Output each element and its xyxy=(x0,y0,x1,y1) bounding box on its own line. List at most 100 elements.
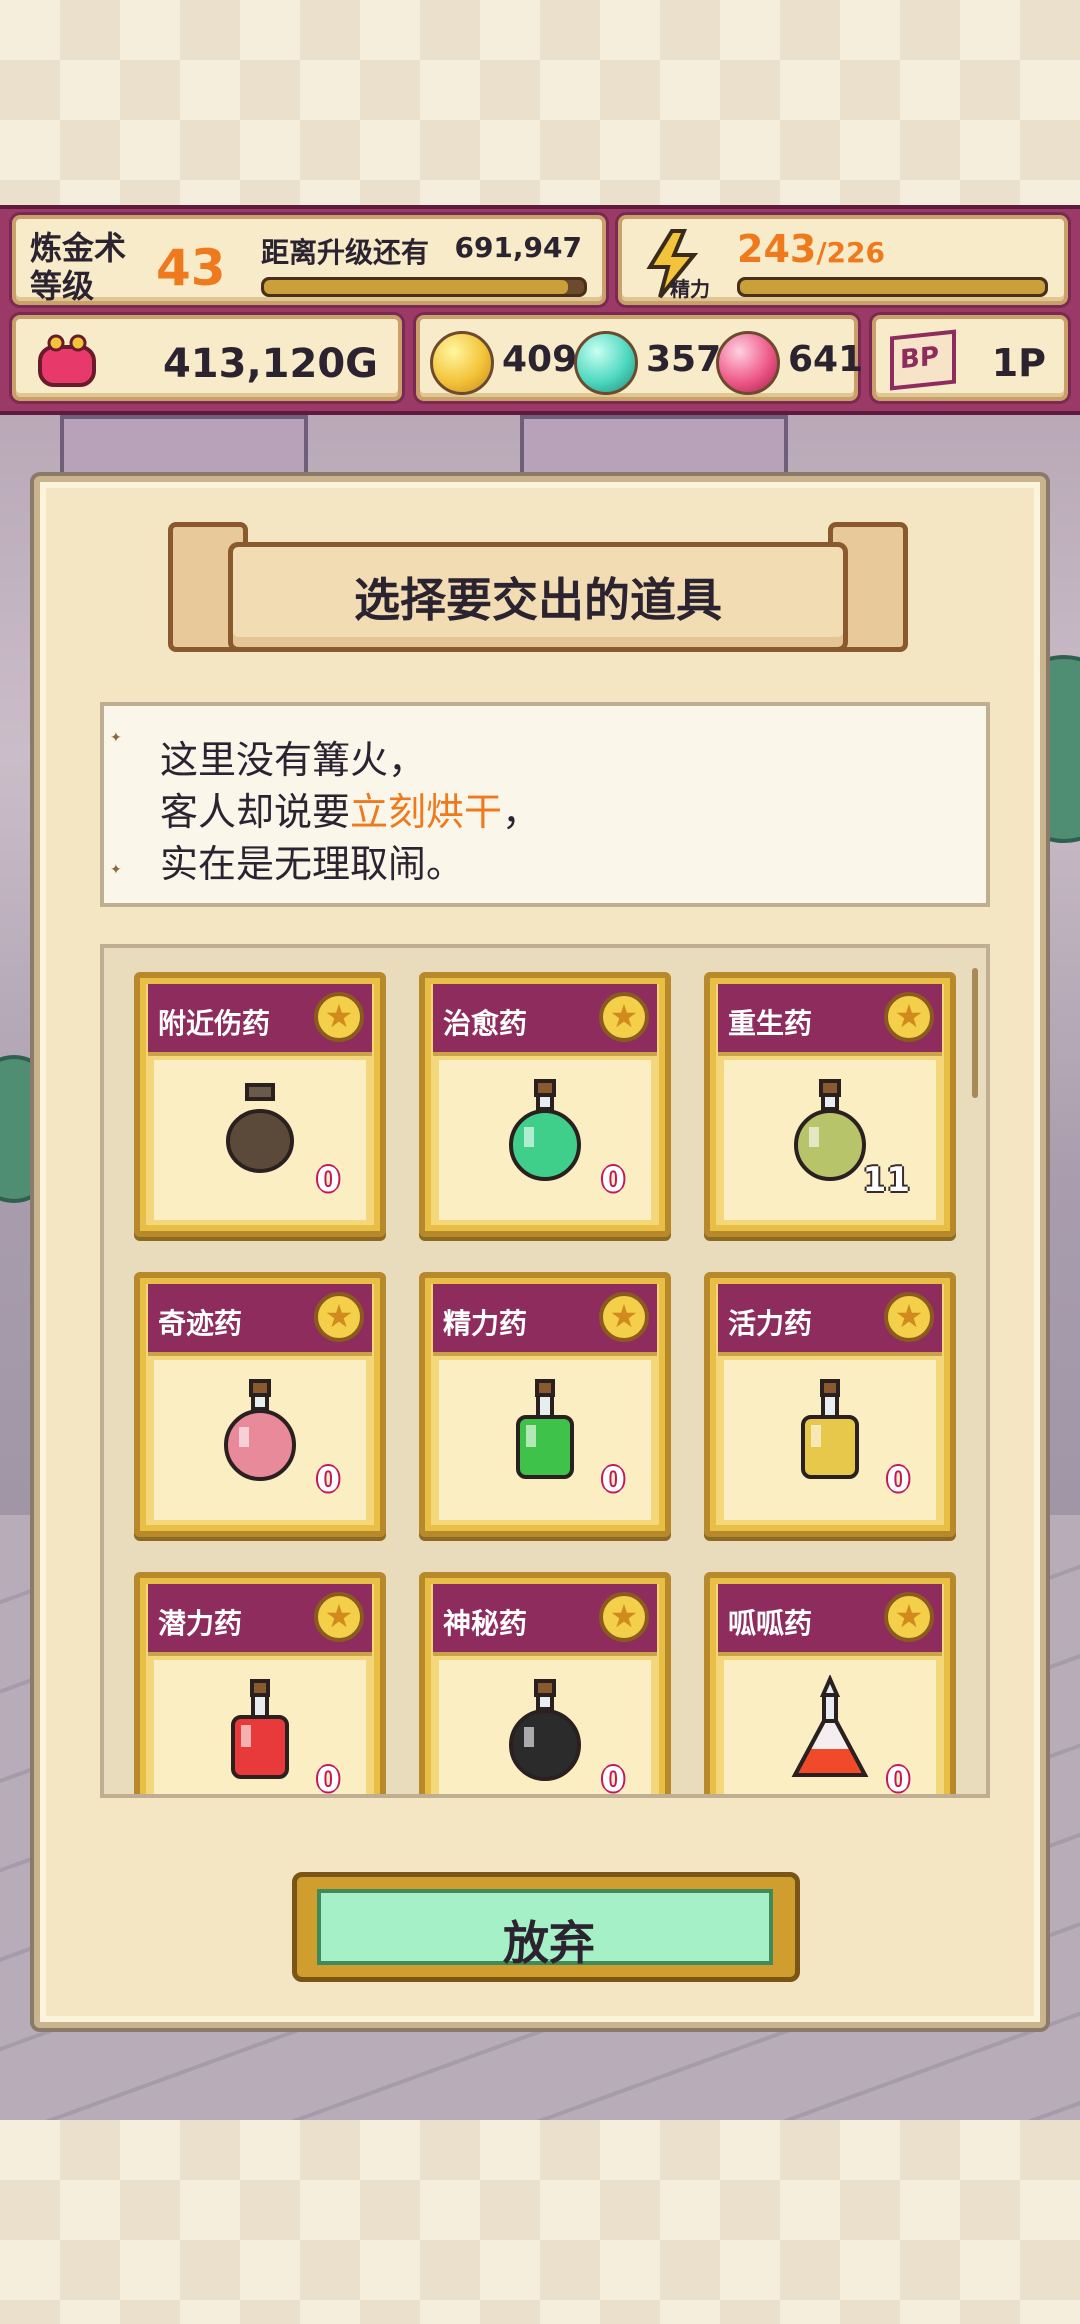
scrollbar[interactable] xyxy=(972,968,978,1098)
star-icon[interactable]: ★ xyxy=(599,1292,649,1342)
item-quantity: 0 xyxy=(601,1460,625,1500)
level-panel: 炼金术 等级 43 距离升级还有 691,947 xyxy=(12,215,606,305)
item-card-header: 精力药 ★ xyxy=(433,1284,657,1356)
item-card-header: 治愈药 ★ xyxy=(433,984,657,1056)
item-name: 活力药 xyxy=(728,1307,813,1340)
item-card[interactable]: 神秘药 ★ 0 xyxy=(419,1572,671,1794)
gold-amount: 413,120G xyxy=(162,341,378,387)
bp-value: 1P xyxy=(991,341,1046,385)
give-up-button-face: 放弃 xyxy=(317,1889,773,1970)
energy-value: 243/226 xyxy=(737,227,885,271)
star-icon[interactable]: ★ xyxy=(884,1592,934,1642)
energy-current: 243 xyxy=(737,227,817,271)
item-quantity: 0 xyxy=(601,1160,625,1200)
message-line-2-text: 客人却说要 xyxy=(160,790,351,834)
energy-panel: 精力 243/226 xyxy=(618,215,1068,305)
message-highlight: 立刻烘干 xyxy=(350,790,503,834)
item-card-body: 0 xyxy=(154,1360,366,1520)
message-box: ✦ ✦ 这里没有篝火， 客人却说要立刻烘干， 实在是无理取闹。 xyxy=(100,702,990,907)
yellow-orb-count: 409 xyxy=(502,339,578,380)
item-quantity: 11 xyxy=(862,1160,910,1200)
item-card-header: 神秘药 ★ xyxy=(433,1584,657,1656)
pink-orb-icon xyxy=(716,331,780,395)
item-quantity: 0 xyxy=(886,1460,910,1500)
item-quantity: 0 xyxy=(886,1760,910,1798)
item-quantity: 0 xyxy=(316,1160,340,1200)
item-name: 附近伤药 xyxy=(158,1007,271,1040)
purse-icon xyxy=(38,334,96,387)
item-name: 呱呱药 xyxy=(728,1607,813,1640)
item-name: 重生药 xyxy=(728,1007,813,1040)
energy-progress-fill xyxy=(740,280,1045,294)
item-card[interactable]: 精力药 ★ 0 xyxy=(419,1272,671,1537)
dialog-title: 选择要交出的道具 xyxy=(354,573,722,627)
star-icon[interactable]: ★ xyxy=(599,992,649,1042)
background-pattern-bottom xyxy=(0,2120,1080,2324)
star-icon[interactable]: ★ xyxy=(314,992,364,1042)
xp-remaining-value: 691,947 xyxy=(454,231,582,264)
item-card-body: 0 xyxy=(154,1660,366,1798)
item-card[interactable]: 治愈药 ★ 0 xyxy=(419,972,671,1237)
hand-in-dialog: 选择要交出的道具 ✦ ✦ 这里没有篝火， 客人却说要立刻烘干， 实在是无理取闹。… xyxy=(34,476,1046,2028)
item-card-body: 0 xyxy=(724,1360,936,1520)
xp-progress-fill xyxy=(264,280,568,294)
pin-icon: ✦ xyxy=(110,862,122,878)
item-card-header: 活力药 ★ xyxy=(718,1284,942,1356)
message-line-1: 这里没有篝火， xyxy=(160,738,427,782)
alchemy-level-label: 炼金术 等级 xyxy=(30,229,127,305)
energy-label: 精力 xyxy=(670,277,710,301)
bp-panel[interactable]: BP 1P xyxy=(872,315,1068,401)
item-card-body: 11 xyxy=(724,1060,936,1220)
item-grid[interactable]: 附近伤药 ★ 0 治愈药 ★ 0 重生药 ★ 11 奇迹药 ★ 0 精力药 ★ 0 活力药 ★ 0 潜力药 ★ 0 神秘药… xyxy=(100,944,990,1798)
star-icon[interactable]: ★ xyxy=(314,1292,364,1342)
alchemy-level-value: 43 xyxy=(156,239,226,297)
pin-icon: ✦ xyxy=(110,730,122,746)
item-name: 精力药 xyxy=(443,1307,528,1340)
title-ribbon: 选择要交出的道具 xyxy=(168,522,908,662)
star-icon[interactable]: ★ xyxy=(884,1292,934,1342)
item-card[interactable]: 奇迹药 ★ 0 xyxy=(134,1272,386,1537)
item-card[interactable]: 活力药 ★ 0 xyxy=(704,1272,956,1537)
xp-remaining-label: 距离升级还有 xyxy=(261,236,430,269)
give-up-button[interactable]: 放弃 xyxy=(292,1872,800,1982)
status-bar: 炼金术 等级 43 距离升级还有 691,947 精力 243/226 413,… xyxy=(0,205,1080,415)
message-line-3: 实在是无理取闹。 xyxy=(160,842,465,886)
item-card[interactable]: 潜力药 ★ 0 xyxy=(134,1572,386,1798)
cyan-orb-count: 357 xyxy=(646,339,722,380)
message-text: 这里没有篝火， 客人却说要立刻烘干， 实在是无理取闹。 xyxy=(160,734,540,890)
item-quantity: 0 xyxy=(316,1760,340,1798)
star-icon[interactable]: ★ xyxy=(884,992,934,1042)
yellow-orb-icon xyxy=(430,331,494,395)
background-pattern-top xyxy=(0,0,1080,205)
item-card[interactable]: 重生药 ★ 11 xyxy=(704,972,956,1237)
star-icon[interactable]: ★ xyxy=(314,1592,364,1642)
bp-label: BP xyxy=(900,341,939,376)
item-card-body: 0 xyxy=(439,1660,651,1794)
item-card-body: 0 xyxy=(154,1060,366,1220)
item-card[interactable]: 呱呱药 ★ 0 xyxy=(704,1572,956,1798)
item-card-body: 0 xyxy=(439,1060,651,1220)
energy-progress-bar xyxy=(737,277,1048,297)
item-name: 奇迹药 xyxy=(158,1307,243,1340)
message-line-2: 客人却说要立刻烘干， xyxy=(160,786,540,838)
bp-ticket-icon: BP xyxy=(890,329,956,391)
item-card-header: 奇迹药 ★ xyxy=(148,1284,372,1356)
gold-panel[interactable]: 413,120G xyxy=(12,315,402,401)
item-quantity: 0 xyxy=(316,1460,340,1500)
pink-orb-count: 641 xyxy=(788,339,864,380)
give-up-label: 放弃 xyxy=(503,1916,595,1970)
item-card[interactable]: 附近伤药 ★ 0 xyxy=(134,972,386,1237)
orbs-panel[interactable]: 409 357 641 xyxy=(416,315,863,401)
item-card-body: 0 xyxy=(439,1360,651,1520)
item-card-header: 呱呱药 ★ xyxy=(718,1584,942,1656)
star-icon[interactable]: ★ xyxy=(599,1592,649,1642)
cyan-orb-icon xyxy=(574,331,638,395)
item-name: 治愈药 xyxy=(443,1007,528,1040)
energy-max: /226 xyxy=(816,236,886,269)
item-card-body: 0 xyxy=(724,1660,936,1798)
item-card-header: 附近伤药 ★ xyxy=(148,984,372,1056)
item-card-header: 重生药 ★ xyxy=(718,984,942,1056)
item-card-header: 潜力药 ★ xyxy=(148,1584,372,1656)
item-name: 神秘药 xyxy=(443,1607,528,1640)
xp-progress-bar xyxy=(261,277,587,297)
